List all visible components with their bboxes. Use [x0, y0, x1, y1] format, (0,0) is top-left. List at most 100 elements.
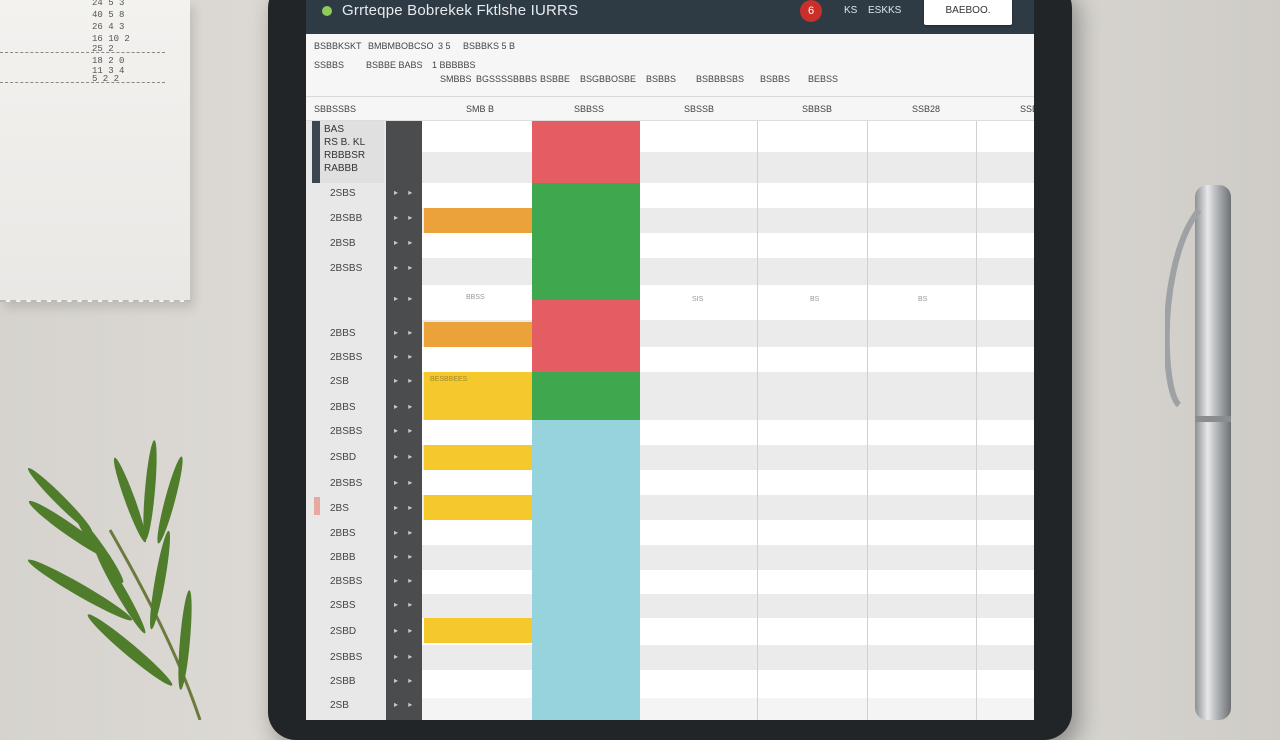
- row-label: 2BBB: [330, 552, 356, 563]
- alert-badge[interactable]: 6: [800, 0, 822, 22]
- column-header[interactable]: SSB28: [912, 104, 940, 114]
- toolbar-option[interactable]: BEBSS: [808, 74, 838, 84]
- row-arrow-icon[interactable]: ▸ ▸: [394, 188, 416, 197]
- group-header-line: RABBB: [324, 163, 358, 174]
- status-band[interactable]: [424, 322, 532, 347]
- row-arrow-icon[interactable]: ▸ ▸: [394, 652, 416, 661]
- toolbar-option[interactable]: SSBBS: [314, 60, 344, 70]
- status-band[interactable]: [532, 300, 640, 372]
- row-label: 2SBB: [330, 676, 356, 687]
- row-arrow-icon[interactable]: ▸ ▸: [394, 576, 416, 585]
- top-action-button[interactable]: BAEBOO.: [924, 0, 1012, 25]
- row-label: 2BBS: [330, 328, 356, 339]
- row-arrow-icon[interactable]: ▸ ▸: [394, 213, 416, 222]
- app-screen: Grrteqpe Bobrekek Fktlshe IURRS 6 KS ESK…: [306, 0, 1034, 720]
- toolbar-option[interactable]: BSBBE BABS: [366, 60, 423, 70]
- row-arrow-icon[interactable]: ▸ ▸: [394, 328, 416, 337]
- cell-note: BESBBEES: [430, 376, 468, 383]
- row-label: 2BSBB: [330, 213, 363, 224]
- midline-tick: BS: [810, 296, 820, 303]
- row-label: 2BSBS: [330, 352, 363, 363]
- status-band[interactable]: [424, 618, 532, 643]
- toolbar-option[interactable]: 1 BBBBBS: [432, 60, 476, 70]
- column-header[interactable]: SBBSB: [802, 104, 832, 114]
- status-band[interactable]: [532, 121, 640, 183]
- group-header-cell[interactable]: BAS RS B. KL RBBBSR RABBB: [312, 121, 384, 183]
- row-label: 2BSBS: [330, 263, 363, 274]
- status-band[interactable]: [424, 208, 532, 233]
- group-header-line: RBBBSR: [324, 150, 366, 161]
- row-arrow-icon[interactable]: ▸ ▸: [394, 600, 416, 609]
- paper-line: 16 10 2: [92, 34, 130, 44]
- toolbar-menu-item[interactable]: BSBBKS 5 B: [463, 41, 515, 51]
- row-label: 2BS: [330, 503, 349, 514]
- status-band[interactable]: [532, 183, 640, 300]
- paper-line: 18 2 0: [92, 56, 125, 66]
- toolbar-menu-item[interactable]: 3 5: [438, 41, 451, 51]
- toolbar-option[interactable]: BSGBBOSBE: [580, 74, 636, 84]
- paper-rule: [0, 82, 165, 83]
- midline-tick: BS: [918, 296, 928, 303]
- silver-pen-image: [1165, 185, 1231, 720]
- status-band[interactable]: [532, 420, 640, 720]
- row-arrow-icon[interactable]: ▸ ▸: [394, 452, 416, 461]
- status-band[interactable]: [424, 445, 532, 470]
- toolbar-option[interactable]: BGSSSSBBBS: [476, 74, 537, 84]
- row-arrow-icon[interactable]: ▸ ▸: [394, 626, 416, 635]
- row-label: 2SB: [330, 376, 349, 387]
- column-header[interactable]: SBBSSBS: [314, 104, 356, 114]
- row-label: 2SBBS: [330, 652, 363, 663]
- row-arrow-icon[interactable]: ▸ ▸: [394, 294, 416, 303]
- group-header-line: BAS: [324, 124, 345, 135]
- paper-rule: [0, 52, 165, 53]
- toolbar-menu-item[interactable]: BMBMBOBCSO: [368, 41, 434, 51]
- toolbar-option[interactable]: BSBBS: [646, 74, 676, 84]
- row-arrow-icon[interactable]: ▸ ▸: [394, 478, 416, 487]
- column-header[interactable]: SBBSS: [574, 104, 604, 114]
- column-header[interactable]: SMB B: [466, 104, 494, 114]
- group-header-line: RS B. KL: [324, 137, 366, 148]
- status-dot-icon: [322, 6, 332, 16]
- row-arrow-icon[interactable]: ▸ ▸: [394, 426, 416, 435]
- paper-line: 25 2: [92, 44, 114, 54]
- title-bar: Grrteqpe Bobrekek Fktlshe IURRS 6 KS ESK…: [306, 0, 1034, 34]
- row-arrow-icon[interactable]: ▸ ▸: [394, 376, 416, 385]
- midline-tick: SIS: [692, 296, 704, 303]
- toolbar-option[interactable]: BSBBS: [760, 74, 790, 84]
- titlebar-item[interactable]: ESKKS: [868, 5, 901, 16]
- row-label: 2BBS: [330, 402, 356, 413]
- paper-line: 5 2 2: [92, 74, 120, 84]
- row-arrow-icon[interactable]: ▸ ▸: [394, 238, 416, 247]
- toolbar-option[interactable]: BSBBE: [540, 74, 570, 84]
- toolbar-option[interactable]: BSBBBSBS: [696, 74, 744, 84]
- row-label: 2BBS: [330, 528, 356, 539]
- row-arrow-icon[interactable]: ▸ ▸: [394, 552, 416, 561]
- row-arrow-icon[interactable]: ▸ ▸: [394, 528, 416, 537]
- paper-line: 24 5 3: [92, 0, 125, 8]
- row-arrow-icon[interactable]: ▸ ▸: [394, 676, 416, 685]
- row-arrow-icon[interactable]: ▸ ▸: [394, 700, 416, 709]
- titlebar-item[interactable]: KS: [844, 5, 857, 16]
- status-band[interactable]: [424, 495, 532, 520]
- toolbar-option[interactable]: SMBBS: [440, 74, 472, 84]
- row-label: 2SBS: [330, 188, 356, 199]
- row-arrow-icon[interactable]: ▸ ▸: [394, 352, 416, 361]
- row-arrow-icon[interactable]: ▸ ▸: [394, 503, 416, 512]
- row-label: 2BSB: [330, 238, 356, 249]
- row-label: 2BSBS: [330, 426, 363, 437]
- row-arrow-icon[interactable]: ▸ ▸: [394, 263, 416, 272]
- row-arrow-icon[interactable]: ▸ ▸: [394, 402, 416, 411]
- grid-line: [867, 121, 868, 720]
- toolbar-divider: [306, 96, 1034, 97]
- row-label: 2SBS: [330, 600, 356, 611]
- row-label: 2BSBS: [330, 576, 363, 587]
- grid-line: [976, 121, 977, 720]
- column-header[interactable]: SSB: [1020, 104, 1034, 114]
- paper-line: 40 5 8: [92, 10, 125, 20]
- row-label: 2BSBS: [330, 478, 363, 489]
- status-band[interactable]: [532, 372, 640, 420]
- row-label: 2SBD: [330, 452, 357, 463]
- column-header[interactable]: SBSSB: [684, 104, 714, 114]
- rosemary-sprig-image: [27, 440, 202, 720]
- toolbar-menu-item[interactable]: BSBBKSKT: [314, 41, 362, 51]
